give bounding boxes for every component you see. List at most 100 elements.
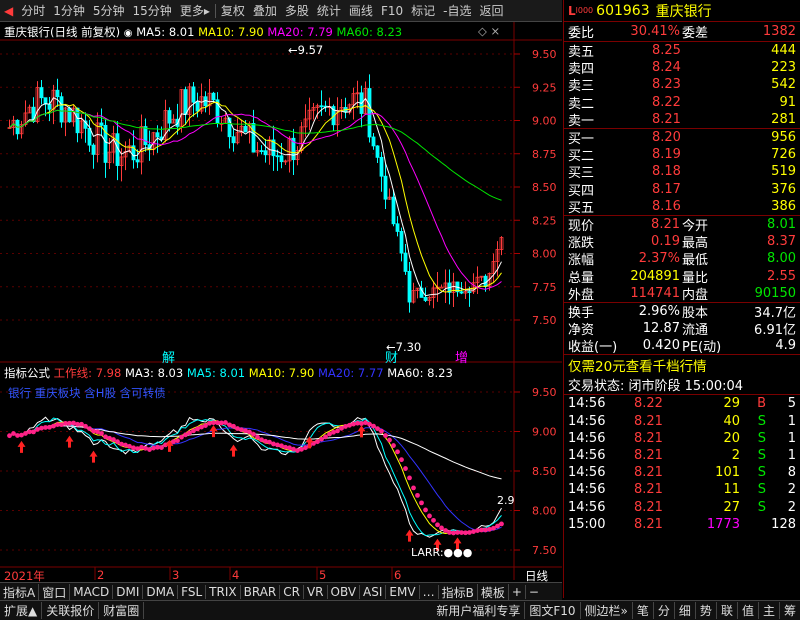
work-line-dot	[375, 426, 380, 432]
bid-price[interactable]: 8.19	[652, 147, 681, 162]
toolbar-mark[interactable]: 标记	[407, 2, 439, 19]
toolbar-fuquan[interactable]: 复权	[217, 2, 249, 19]
toolbar-overlay[interactable]: 叠加	[249, 2, 281, 19]
promo-row[interactable]: 仅需20元查看千档行情	[564, 355, 800, 375]
work-line-dot	[487, 526, 492, 532]
toolbar-timeshare[interactable]: 分时	[17, 2, 49, 19]
toolbar-f10[interactable]: F10	[377, 4, 407, 18]
tab-template[interactable]: 模板	[478, 583, 509, 601]
side-tab-0[interactable]: 笔	[633, 602, 654, 619]
minus-icon[interactable]: −	[526, 585, 542, 599]
chart-area[interactable]: 9.50 9.25 9.00 8.75 8.50 8.25 8.00 7.75 7.50 9.5…	[0, 22, 562, 598]
tick-direction: S	[757, 482, 766, 498]
weicha-label: 委差	[682, 26, 709, 41]
sidebar-toggle[interactable]: 侧边栏»	[581, 602, 633, 619]
tab-vr[interactable]: VR	[304, 585, 328, 599]
bid-price[interactable]: 8.18	[652, 164, 681, 179]
ask-price[interactable]: 8.21	[652, 112, 681, 127]
tab-macd[interactable]: MACD	[70, 585, 114, 599]
tab-brar[interactable]: BRAR	[241, 585, 281, 599]
bid-price[interactable]: 8.17	[652, 182, 681, 197]
ask-volume: 281	[771, 111, 796, 127]
buy-arrow-icon	[209, 425, 218, 438]
add-icon[interactable]: +	[509, 585, 526, 599]
candle-body	[279, 155, 284, 163]
month-3: 3	[172, 568, 180, 582]
settings-icon[interactable]: ◉	[124, 28, 133, 39]
tab-obv[interactable]: OBV	[328, 585, 361, 599]
bid-price[interactable]: 8.20	[652, 130, 681, 145]
axis-tick-label: 8.25	[532, 214, 557, 227]
mark-zeng[interactable]: 增	[455, 347, 468, 366]
side-tab-6[interactable]: 主	[759, 602, 780, 619]
toolbar-more[interactable]: 更多▸	[176, 2, 214, 19]
ask-price[interactable]: 8.24	[652, 60, 681, 75]
tab-wealth-circle[interactable]: 财富圈	[99, 602, 145, 619]
bid-list: 买一 8.20 956 买二 8.19 726 买三 8.18 519 买四 8.17…	[564, 129, 800, 216]
diamond-icon[interactable]: ◇	[478, 24, 487, 38]
month-6: 6	[394, 568, 402, 582]
tab-fsl[interactable]: FSL	[178, 585, 207, 599]
ask-row: 卖四 8.24 223	[564, 59, 800, 77]
weibi-value: 30.41%	[630, 24, 680, 39]
f10-graphic[interactable]: 图文F10	[525, 602, 581, 619]
tab-more[interactable]: …	[420, 585, 439, 599]
tab-cr[interactable]: CR	[280, 585, 304, 599]
month-4: 4	[232, 568, 240, 582]
side-tab-5[interactable]: 值	[738, 602, 759, 619]
indicator-name[interactable]: 指标公式	[4, 366, 50, 380]
kline-chart[interactable]: 9.50 9.25 9.00 8.75 8.50 8.25 8.00 7.75 7.50 9.5…	[0, 22, 562, 598]
tick-count: 8	[787, 465, 796, 481]
tab-dmi[interactable]: DMI	[113, 585, 144, 599]
ind-ma3: MA3: 8.03	[124, 366, 184, 380]
tab-dma[interactable]: DMA	[143, 585, 179, 599]
toolbar-multi[interactable]: 多股	[281, 2, 313, 19]
tab-related-quotes[interactable]: 关联报价	[42, 602, 100, 619]
candle-body	[319, 105, 324, 108]
ask-price[interactable]: 8.25	[652, 43, 681, 58]
mark-cai[interactable]: 财	[385, 347, 398, 366]
close-icon[interactable]: ×	[491, 24, 501, 38]
mark-jie[interactable]: 解	[162, 347, 175, 366]
ask-price[interactable]: 8.23	[652, 77, 681, 92]
side-tab-3[interactable]: 势	[696, 602, 717, 619]
axis-tick-label: 8.00	[532, 248, 557, 261]
tab-expand[interactable]: 扩展▲	[0, 602, 43, 619]
promo-text[interactable]: 仅需20元查看千档行情	[568, 355, 707, 375]
toolbar-draw[interactable]: 画线	[345, 2, 377, 19]
candle-body	[135, 159, 140, 163]
candle-body	[243, 125, 248, 133]
toolbar-1min[interactable]: 1分钟	[49, 2, 89, 19]
new-user-promo[interactable]: 新用户福利专享	[432, 602, 526, 619]
ask-label: 卖二	[568, 96, 595, 112]
work-line-dot	[91, 428, 96, 434]
tab-indicator-b[interactable]: 指标B	[439, 583, 478, 601]
tick-volume: 27	[723, 499, 740, 515]
toolbar-stats[interactable]: 统计	[313, 2, 345, 19]
tab-emv[interactable]: EMV	[386, 585, 420, 599]
ask-price[interactable]: 8.22	[652, 95, 681, 110]
tick-time: 14:56	[568, 413, 606, 429]
work-line-dot	[499, 521, 504, 527]
side-tab-1[interactable]: 分	[654, 602, 675, 619]
toolbar-15min[interactable]: 15分钟	[129, 2, 176, 19]
side-tab-4[interactable]: 联	[717, 602, 738, 619]
toolbar-watchlist[interactable]: -自选	[439, 2, 475, 19]
tab-asi[interactable]: ASI	[360, 585, 387, 599]
tick-count: 2	[787, 499, 796, 515]
tab-indicator-a[interactable]: 指标A	[0, 583, 40, 601]
fund-label: 收益(一)	[568, 340, 618, 356]
toolbar-back[interactable]: 返回	[475, 2, 507, 19]
back-arrow-icon[interactable]: ◀	[0, 4, 17, 18]
tab-window[interactable]: 窗口	[39, 583, 71, 601]
bid-row: 买四 8.17 376	[564, 181, 800, 199]
toolbar-5min[interactable]: 5分钟	[89, 2, 129, 19]
bid-price[interactable]: 8.16	[652, 199, 681, 214]
tick-list[interactable]: 14:56 8.22 29 B 5 14:56 8.21 40 S 1 14:56 …	[564, 395, 800, 533]
side-tab-7[interactable]: 筹	[780, 602, 800, 619]
chevron-right-icon: »	[620, 604, 628, 618]
indicator-lines	[7, 416, 504, 551]
side-tab-2[interactable]: 细	[675, 602, 696, 619]
tab-trix[interactable]: TRIX	[206, 585, 241, 599]
work-line-dot	[175, 438, 180, 444]
